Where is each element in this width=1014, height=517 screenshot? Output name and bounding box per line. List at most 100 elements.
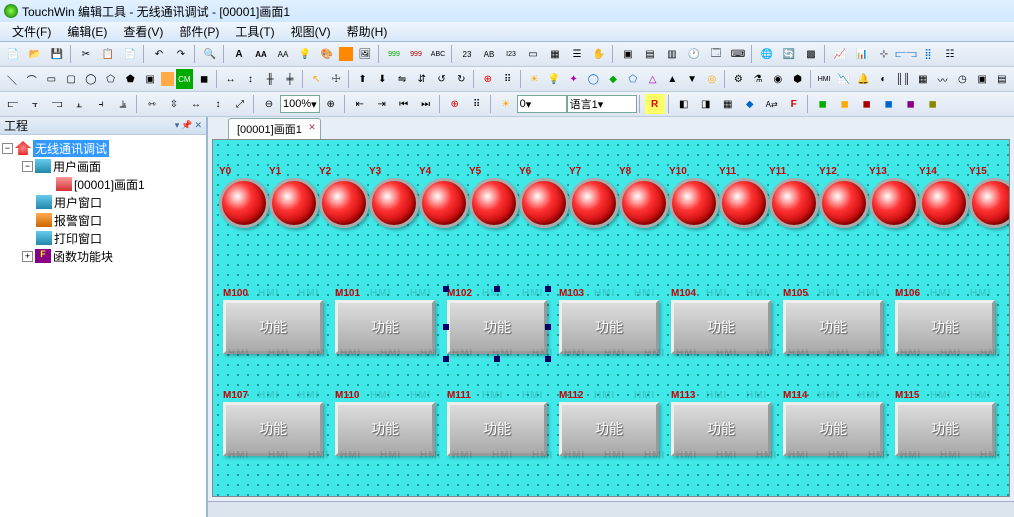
cross-icon[interactable]: ⊕	[445, 94, 465, 114]
menu-parts[interactable]: 部件(P)	[171, 21, 227, 42]
ab-icon[interactable]: A⇄	[762, 94, 782, 114]
b3-icon[interactable]: ◼	[857, 94, 877, 114]
indicator-lamp[interactable]	[969, 178, 1010, 228]
arc-icon[interactable]: ⌒	[23, 69, 41, 89]
tool-a2-icon[interactable]: ◨	[696, 94, 716, 114]
aux1-icon[interactable]: ╫	[261, 69, 279, 89]
align-r-icon[interactable]: ⫎	[47, 94, 67, 114]
arrow-dn-icon[interactable]: ⬇	[374, 69, 392, 89]
rect-icon[interactable]: ▭	[43, 69, 61, 89]
indicator-lamp[interactable]	[569, 178, 619, 228]
rotate-icon[interactable]: 🔄	[779, 44, 799, 64]
tree-screen-1[interactable]: [00001]画面1	[74, 176, 145, 193]
pump-icon[interactable]: ⬢	[789, 69, 807, 89]
zoom-out-icon[interactable]: ⊖	[259, 94, 279, 114]
meter-icon[interactable]: ◐	[875, 69, 893, 89]
function-button[interactable]: 功能	[559, 300, 659, 354]
selection-handle[interactable]	[545, 356, 551, 362]
function-button[interactable]: 功能	[783, 300, 883, 354]
tool-a1-icon[interactable]: ◧	[674, 94, 694, 114]
menu-edit[interactable]: 编辑(E)	[59, 21, 115, 42]
arrow-up-icon[interactable]: ⬆	[354, 69, 372, 89]
line-icon[interactable]: ＼	[3, 69, 21, 89]
undo-icon[interactable]: ↶	[149, 44, 169, 64]
panel-pin-icon[interactable]: 📌	[181, 120, 192, 131]
function-button[interactable]: 功能	[783, 402, 883, 456]
pentagon-icon[interactable]: ⬠	[624, 69, 642, 89]
selection-handle[interactable]	[494, 356, 500, 362]
diamond-icon[interactable]: ◆	[604, 69, 622, 89]
polyfill-icon[interactable]: ⬟	[122, 69, 140, 89]
function-button[interactable]: 功能	[559, 402, 659, 456]
panel-close-icon[interactable]: ✕	[194, 120, 202, 131]
selection-handle[interactable]	[443, 286, 449, 292]
bulb2-icon[interactable]: 💡	[545, 69, 563, 89]
indicator-lamp[interactable]	[419, 178, 469, 228]
panel2-icon[interactable]: ▤	[640, 44, 660, 64]
selection-handle[interactable]	[494, 286, 500, 292]
misc1-icon[interactable]: ▣	[973, 69, 991, 89]
indicator-lamp[interactable]	[819, 178, 869, 228]
selection-handle[interactable]	[545, 324, 551, 330]
indicator-lamp[interactable]	[269, 178, 319, 228]
same-h-icon[interactable]: ↕	[208, 94, 228, 114]
tree-function-blocks[interactable]: 函数功能块	[53, 248, 113, 265]
red-box-icon[interactable]: 999	[406, 44, 426, 64]
hmi-icon[interactable]: HMI	[815, 69, 833, 89]
rot-l-icon[interactable]: ↺	[433, 69, 451, 89]
tree-user-windows[interactable]: 用户窗口	[54, 194, 102, 211]
abc-icon[interactable]: ABC	[428, 44, 448, 64]
indicator-lamp[interactable]	[619, 178, 669, 228]
save-icon[interactable]: 💾	[47, 44, 67, 64]
frame-icon[interactable]: ▣	[141, 69, 159, 89]
b6-icon[interactable]: ◼	[923, 94, 943, 114]
menu-file[interactable]: 文件(F)	[4, 21, 59, 42]
rect-fill-icon[interactable]	[339, 47, 353, 61]
dist-v-icon[interactable]: ⇳	[164, 94, 184, 114]
cursor-icon[interactable]: ↖	[308, 69, 326, 89]
tree-toggle[interactable]: +	[22, 251, 33, 262]
indicator-lamp[interactable]	[469, 178, 519, 228]
bulb-icon[interactable]: 💡	[295, 44, 315, 64]
menu-tools[interactable]: 工具(T)	[227, 21, 282, 42]
flip-v-icon[interactable]: ⇵	[413, 69, 431, 89]
function-button[interactable]: 功能	[223, 402, 323, 456]
last-icon[interactable]: ⏭	[416, 94, 436, 114]
ring-icon[interactable]: ◎	[703, 69, 721, 89]
menu-help[interactable]: 帮助(H)	[339, 21, 396, 42]
grid2-icon[interactable]: ⠿	[467, 94, 487, 114]
tree-toggle[interactable]: −	[2, 143, 13, 154]
chart-bars2-icon[interactable]: ⣿	[918, 44, 938, 64]
font-aa-icon[interactable]: AA	[251, 44, 271, 64]
poly-icon[interactable]: ⬠	[102, 69, 120, 89]
list-icon[interactable]: ☰	[567, 44, 587, 64]
num-123-icon[interactable]: I23	[501, 44, 521, 64]
tab-close-icon[interactable]: ✕	[308, 122, 316, 133]
paste-icon[interactable]: 📄	[120, 44, 140, 64]
dist-h-icon[interactable]: ⇿	[142, 94, 162, 114]
chart-line-icon[interactable]: 📈	[830, 44, 850, 64]
misc2-icon[interactable]: ▤	[993, 69, 1011, 89]
block-icon[interactable]: ◼	[195, 69, 213, 89]
triangle-icon[interactable]: △	[644, 69, 662, 89]
num-23-icon[interactable]: 23	[457, 44, 477, 64]
next-icon[interactable]: ⇥	[372, 94, 392, 114]
motor-icon[interactable]: ◉	[769, 69, 787, 89]
function-button[interactable]: 功能	[335, 300, 435, 354]
tree-toggle[interactable]: −	[22, 161, 33, 172]
sun-icon[interactable]: ☀	[525, 69, 543, 89]
tool-a3-icon[interactable]: ▦	[718, 94, 738, 114]
selection-handle[interactable]	[545, 286, 551, 292]
align-t-icon[interactable]: ⫠	[69, 94, 89, 114]
globe-icon[interactable]: 🌐	[757, 44, 777, 64]
shape2-icon[interactable]: ▼	[683, 69, 701, 89]
trend2-icon[interactable]: 〰	[934, 69, 952, 89]
valve1-icon[interactable]: ⚙	[730, 69, 748, 89]
key-icon[interactable]: ⌨	[728, 44, 748, 64]
selection-handle[interactable]	[443, 324, 449, 330]
find-icon[interactable]: 🔍	[200, 44, 220, 64]
copy-icon[interactable]: 📋	[98, 44, 118, 64]
dots-icon[interactable]: ⠿	[499, 69, 517, 89]
same-wh-icon[interactable]: ⤢	[230, 94, 250, 114]
shape1-icon[interactable]: ▲	[664, 69, 682, 89]
